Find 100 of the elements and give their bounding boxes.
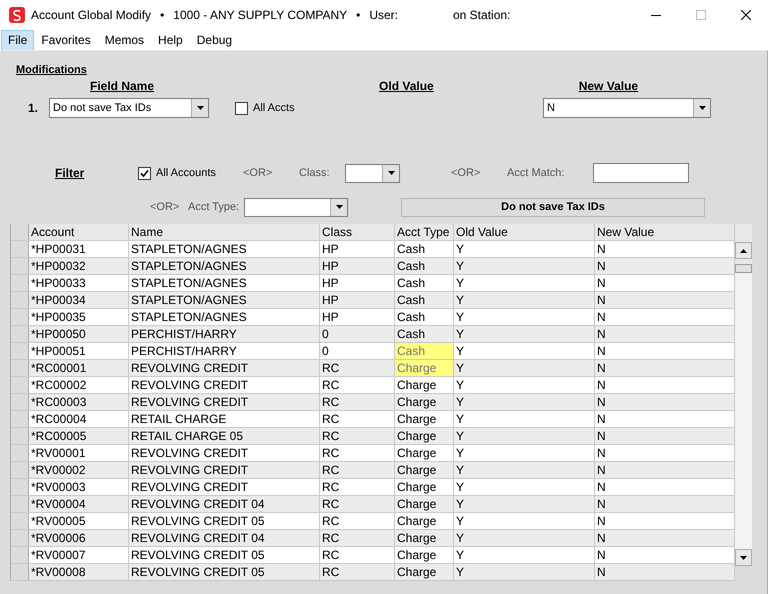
checkbox[interactable] — [138, 166, 151, 180]
menu-item[interactable]: Help — [151, 30, 190, 50]
row-selector[interactable] — [11, 479, 29, 495]
scroll-up-button[interactable] — [735, 242, 752, 259]
table-cell: *HP00033 — [29, 275, 129, 291]
table-cell: *RV00001 — [29, 445, 129, 461]
row-selector[interactable] — [11, 343, 29, 359]
field-label: Class: — [299, 167, 331, 179]
table-cell: *RC00004 — [29, 411, 129, 427]
row-selector[interactable] — [11, 275, 29, 291]
table-cell: Y — [454, 394, 595, 410]
row-selector[interactable] — [11, 530, 29, 546]
table-cell: *RV00008 — [29, 564, 129, 580]
section-title: Modifications — [16, 64, 88, 77]
vertical-scrollbar[interactable] — [735, 224, 752, 566]
table-cell: Charge — [395, 360, 454, 376]
table-cell: REVOLVING CREDIT 04 — [129, 530, 320, 546]
row-selector[interactable] — [11, 411, 29, 427]
class-dropdown[interactable] — [345, 164, 400, 182]
row-selector[interactable] — [11, 496, 29, 512]
column-header[interactable]: Class — [320, 224, 395, 240]
field-label: Acct Match: — [507, 167, 566, 179]
dropdown-arrow-icon — [336, 205, 342, 209]
table-cell: *RV00005 — [29, 513, 129, 529]
table-cell: *HP00050 — [29, 326, 129, 342]
menu-item[interactable]: Memos — [98, 30, 152, 50]
acct-match-field[interactable] — [593, 163, 689, 183]
window-title: • — [356, 8, 360, 22]
row-selector[interactable] — [11, 547, 29, 563]
table-cell: Charge — [395, 428, 454, 444]
row-selector[interactable] — [11, 513, 29, 529]
row-selector[interactable] — [11, 241, 29, 257]
table-cell: Cash — [395, 258, 454, 274]
row-selector[interactable] — [11, 292, 29, 308]
menu-item[interactable]: Favorites — [34, 30, 98, 50]
table-cell: Y — [454, 513, 595, 529]
column-header[interactable]: Name — [129, 224, 320, 240]
table-cell: Y — [454, 564, 595, 580]
table-cell: *HP00034 — [29, 292, 129, 308]
checkbox-label: All Accts — [253, 102, 295, 114]
column-header[interactable]: Old Value — [454, 224, 595, 240]
table-cell: HP — [320, 275, 395, 291]
table-cell: *RC00002 — [29, 377, 129, 393]
or-label: <OR> — [150, 201, 180, 213]
acct-type-dropdown[interactable] — [244, 198, 348, 216]
row-selector[interactable] — [11, 326, 29, 342]
table-cell: PERCHIST/HARRY — [129, 343, 320, 359]
new-value-dropdown[interactable]: N — [543, 98, 711, 118]
column-header[interactable]: Account — [29, 224, 129, 240]
table-cell: *RV00004 — [29, 496, 129, 512]
table-cell: Charge — [395, 530, 454, 546]
row-selector[interactable] — [11, 258, 29, 274]
table-cell: Y — [454, 309, 595, 325]
table-cell: RC — [320, 445, 395, 461]
table-cell: RC — [320, 428, 395, 444]
menu-item[interactable]: File — [1, 30, 34, 50]
table-cell: RC — [320, 479, 395, 495]
or-label: <OR> — [451, 167, 482, 179]
column-header[interactable]: Acct Type — [395, 224, 454, 240]
table-cell: HP — [320, 292, 395, 308]
row-selector[interactable] — [11, 564, 29, 580]
table-cell: REVOLVING CREDIT 05 — [129, 513, 320, 529]
app-logo-icon — [9, 7, 25, 23]
table-cell: REVOLVING CREDIT — [129, 479, 320, 495]
table-cell: STAPLETON/AGNES — [129, 258, 320, 274]
column-heading: New Value — [578, 79, 638, 93]
scroll-thumb[interactable] — [735, 264, 752, 273]
field-name-banner: Do not save Tax IDs — [401, 198, 705, 216]
table-cell: HP — [320, 309, 395, 325]
row-selector[interactable] — [11, 462, 29, 478]
row-selector[interactable] — [11, 360, 29, 376]
window-title: • — [160, 8, 164, 22]
row-selector[interactable] — [11, 445, 29, 461]
row-selector[interactable] — [11, 309, 29, 325]
table-cell: RC — [320, 377, 395, 393]
or-label: <OR> — [243, 167, 274, 179]
row-selector[interactable] — [11, 394, 29, 410]
table-cell: RC — [320, 513, 395, 529]
row-selector[interactable] — [11, 428, 29, 444]
field-name-dropdown[interactable]: Do not save Tax IDs — [49, 98, 209, 118]
table-cell: Charge — [395, 547, 454, 563]
table-cell: REVOLVING CREDIT 05 — [129, 564, 320, 580]
dropdown-arrow-icon — [388, 171, 394, 175]
table-cell: PERCHIST/HARRY — [129, 326, 320, 342]
table-cell: STAPLETON/AGNES — [129, 292, 320, 308]
table-cell: RC — [320, 564, 395, 580]
table-cell: Y — [454, 530, 595, 546]
table-cell: Cash — [395, 241, 454, 257]
table-cell: Y — [454, 496, 595, 512]
row-selector[interactable] — [11, 377, 29, 393]
table-cell: RC — [320, 411, 395, 427]
scroll-down-button[interactable] — [735, 549, 752, 566]
menu-item[interactable]: Debug — [190, 30, 240, 50]
table-cell: RC — [320, 394, 395, 410]
table-cell: Cash — [395, 309, 454, 325]
section-title: Filter — [55, 166, 86, 180]
table-cell: HP — [320, 258, 395, 274]
checkbox[interactable] — [235, 102, 248, 114]
table-cell: *RV00006 — [29, 530, 129, 546]
dropdown-arrow-icon — [196, 106, 204, 110]
